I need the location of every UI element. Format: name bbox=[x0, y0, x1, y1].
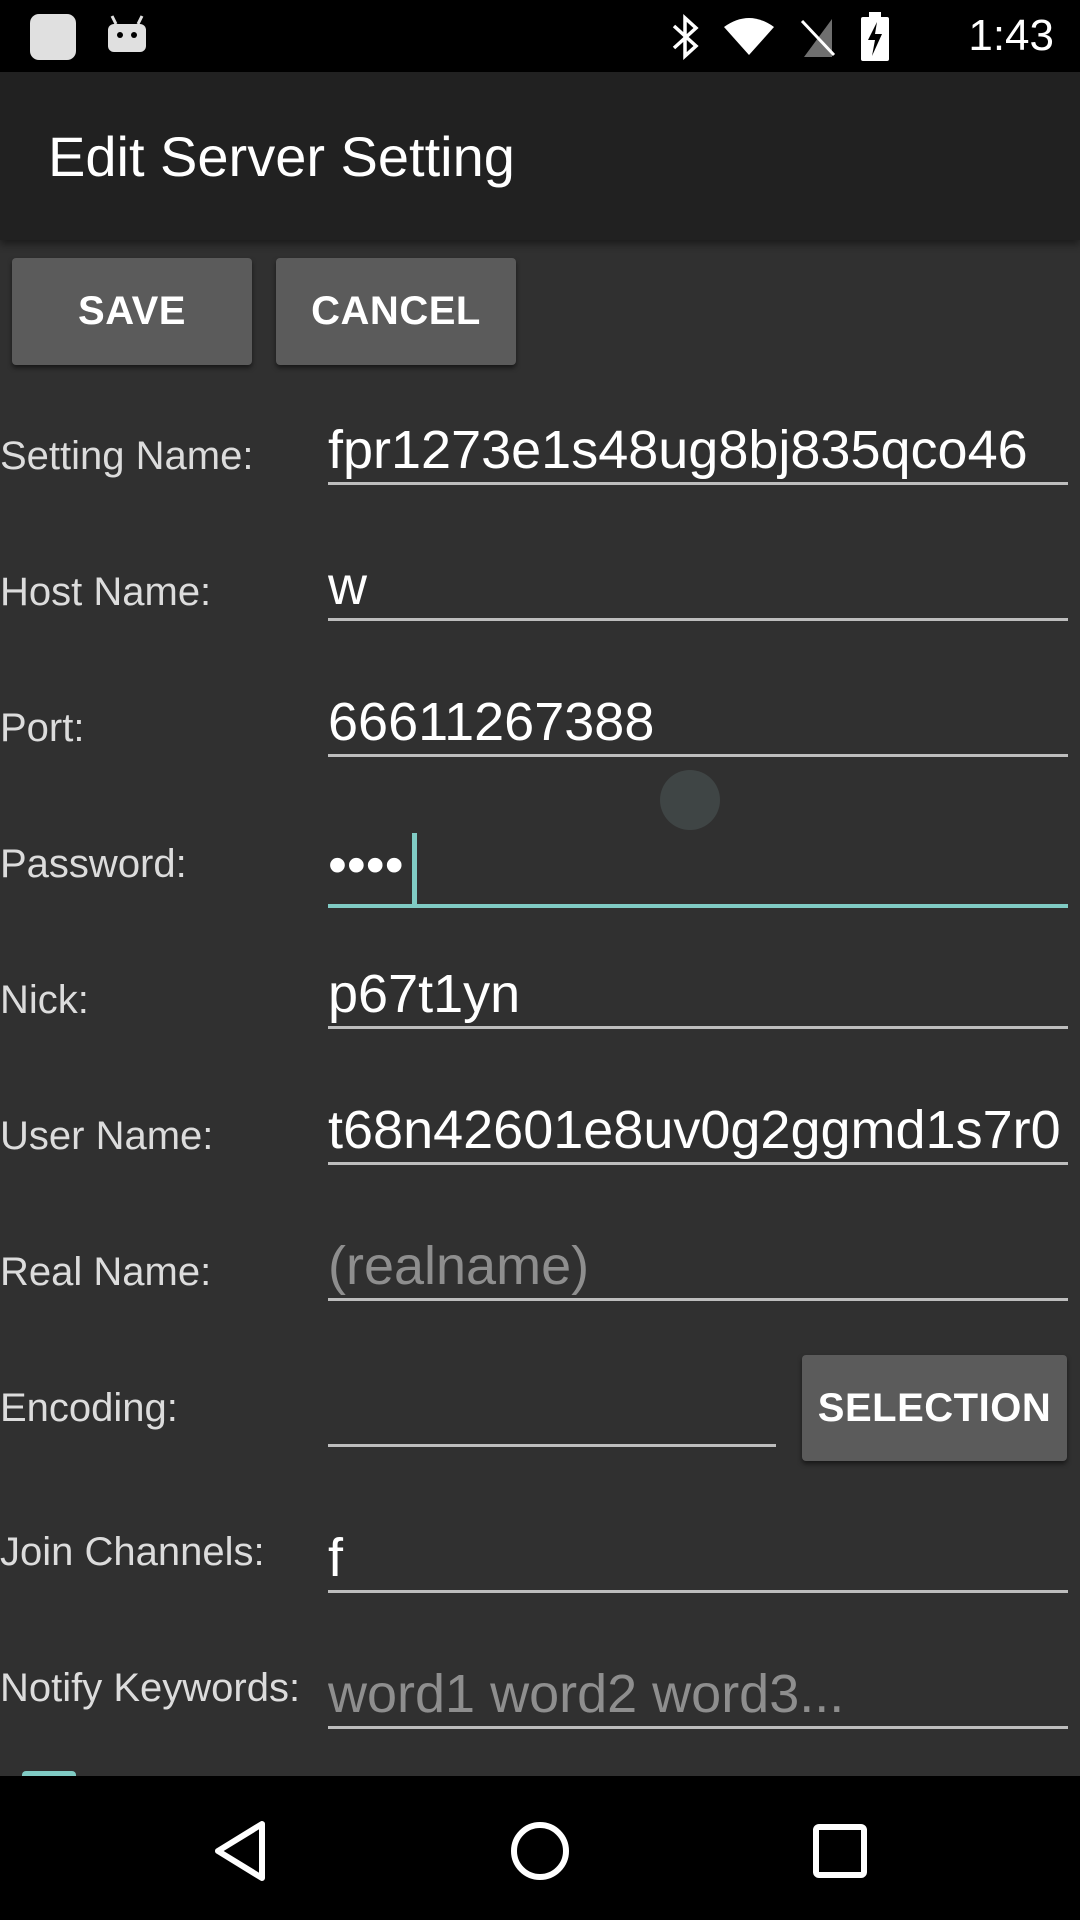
encoding-selection-button[interactable]: SELECTION bbox=[802, 1355, 1067, 1461]
notify-keywords-field[interactable]: word1 word2 word3... bbox=[328, 1662, 1068, 1729]
port-field[interactable]: 66611267388 bbox=[328, 690, 1068, 757]
nick-field[interactable]: p67t1yn bbox=[328, 962, 1068, 1029]
page-title: Edit Server Setting bbox=[48, 125, 515, 188]
user-name-field[interactable]: t68n42601e8uv0g2ggmd1s7r0 bbox=[328, 1098, 1068, 1165]
no-sim-icon bbox=[800, 19, 836, 57]
android-icon bbox=[108, 15, 146, 52]
back-icon[interactable] bbox=[196, 1806, 286, 1896]
user-name-label: User Name: bbox=[0, 1114, 214, 1158]
save-button[interactable]: SAVE bbox=[12, 258, 252, 365]
cancel-button[interactable]: CANCEL bbox=[276, 258, 516, 365]
password-label: Password: bbox=[0, 842, 187, 886]
status-time: 1:43 bbox=[968, 11, 1054, 60]
real-name-label: Real Name: bbox=[0, 1250, 212, 1294]
navigation-bar bbox=[0, 1776, 1080, 1920]
password-field[interactable]: •••• bbox=[328, 826, 1068, 908]
port-label: Port: bbox=[0, 706, 85, 750]
encoding-field[interactable] bbox=[328, 1380, 776, 1447]
app-bar: Edit Server Setting bbox=[0, 72, 1080, 240]
host-name-field[interactable]: w bbox=[328, 554, 1068, 621]
bluetooth-icon bbox=[672, 14, 699, 60]
status-bar: 1:43 bbox=[0, 0, 1080, 72]
text-cursor bbox=[411, 832, 417, 904]
notification-icon bbox=[30, 14, 76, 60]
setting-name-label: Setting Name: bbox=[0, 434, 254, 478]
real-name-field[interactable]: (realname) bbox=[328, 1234, 1068, 1301]
encoding-label: Encoding: bbox=[0, 1386, 178, 1430]
nick-label: Nick: bbox=[0, 978, 89, 1022]
setting-name-field[interactable]: fpr1273e1s48ug8bj835qco46 bbox=[328, 418, 1068, 485]
host-name-label: Host Name: bbox=[0, 570, 212, 614]
home-icon[interactable] bbox=[495, 1806, 585, 1896]
notify-keywords-label: Notify Keywords: bbox=[0, 1666, 301, 1710]
battery-charging-icon bbox=[861, 12, 889, 61]
join-channels-field[interactable]: f bbox=[328, 1526, 1068, 1593]
password-value: •••• bbox=[328, 835, 404, 895]
wifi-icon bbox=[724, 18, 774, 55]
touch-ripple bbox=[660, 770, 720, 830]
recents-icon[interactable] bbox=[795, 1806, 885, 1896]
join-channels-label: Join Channels: bbox=[0, 1530, 265, 1574]
